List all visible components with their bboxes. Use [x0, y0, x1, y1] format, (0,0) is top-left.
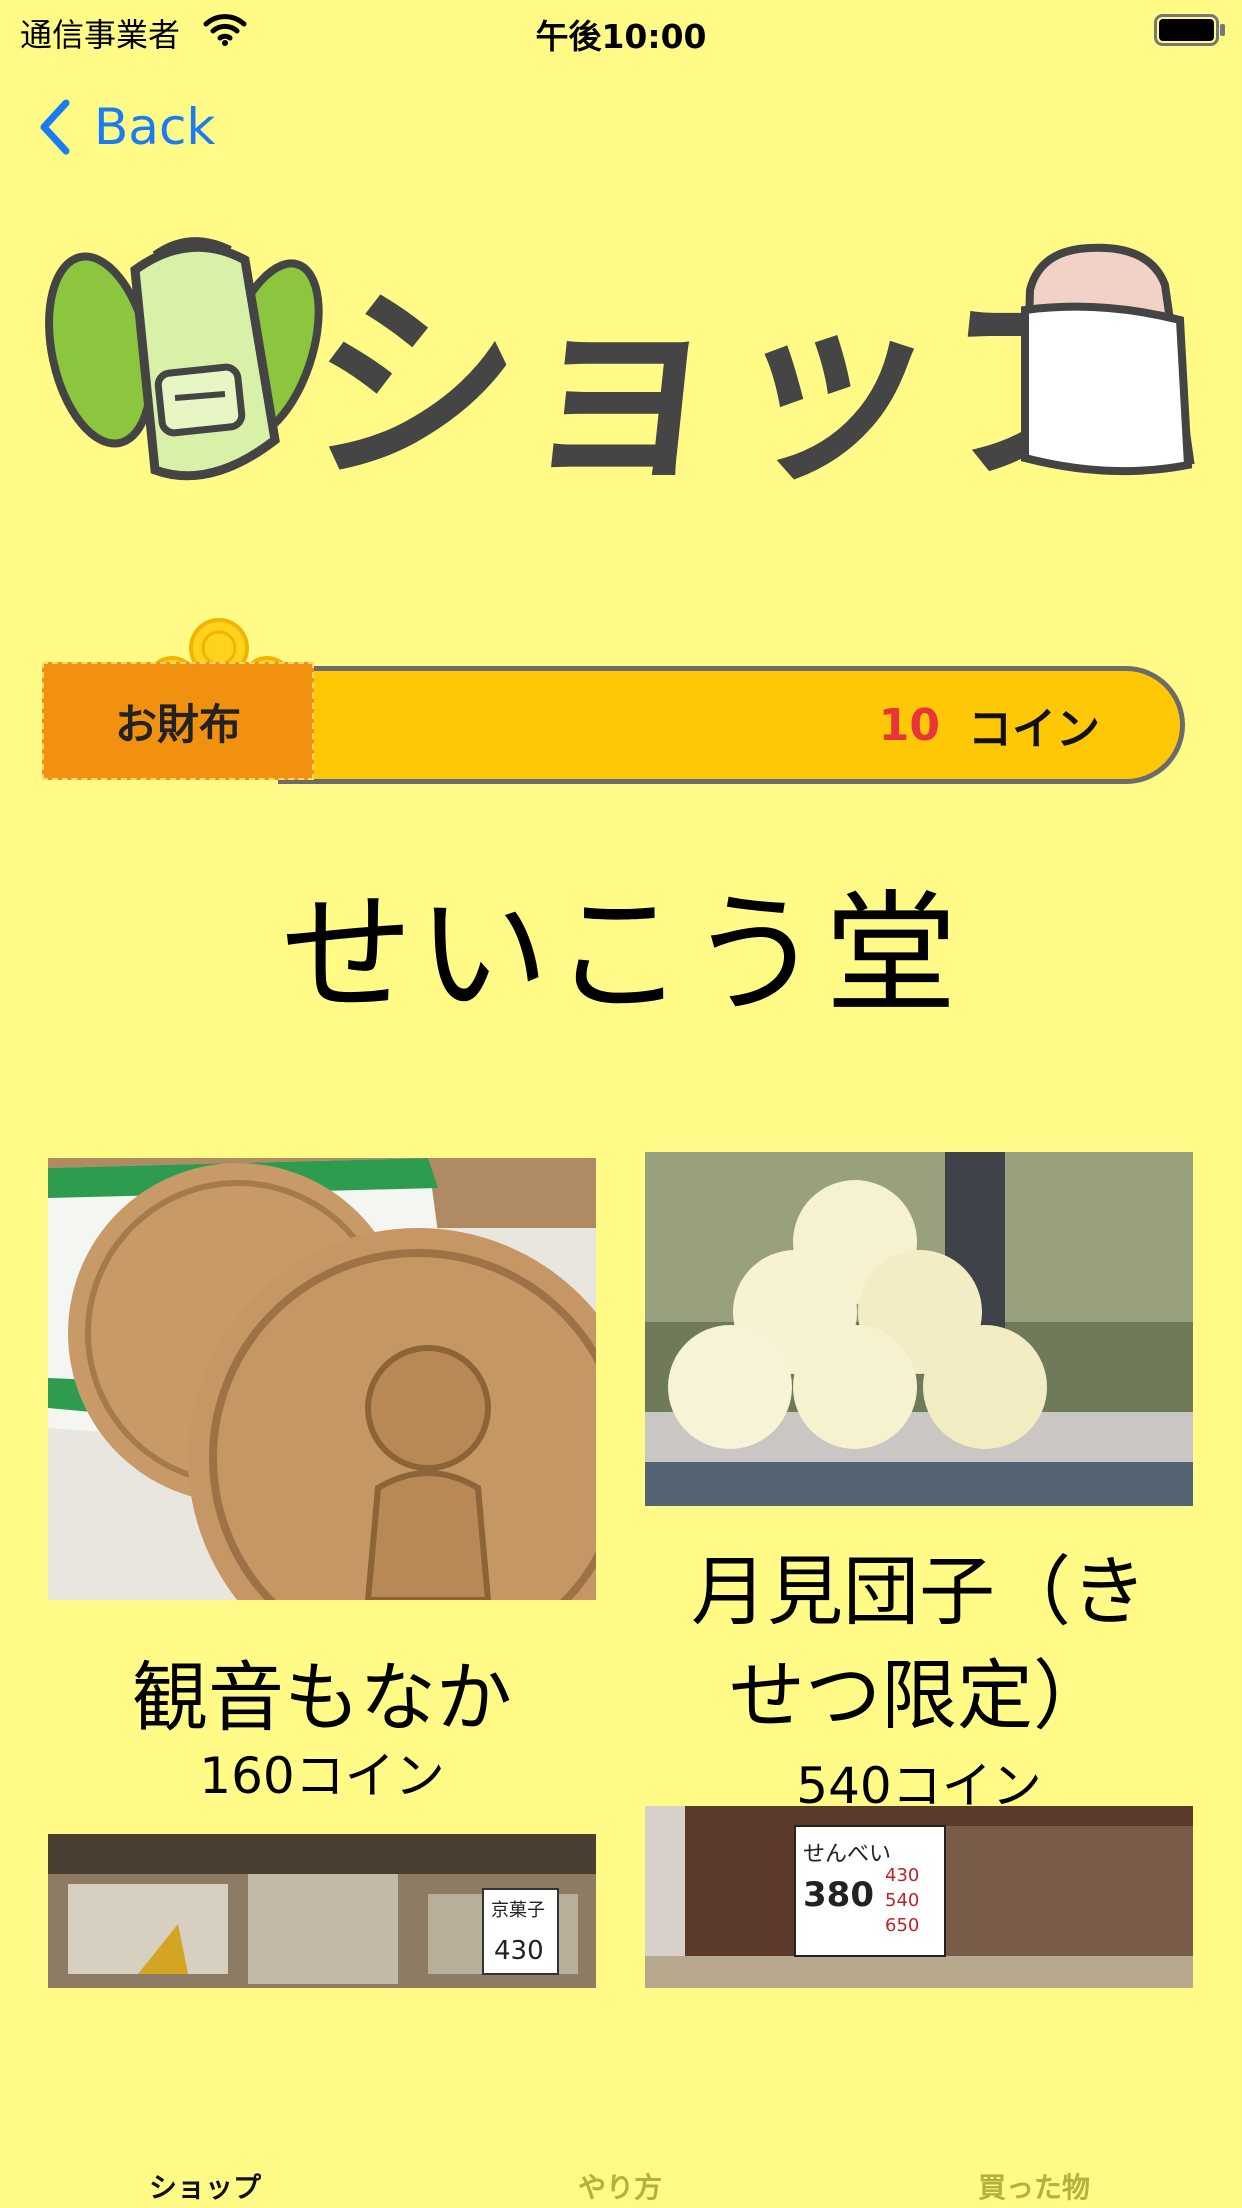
- coin-count: 10: [878, 699, 940, 751]
- back-label: Back: [94, 98, 216, 156]
- product-name-line-2: せつ限定）: [729, 1651, 1109, 1740]
- backpack-icon: [45, 237, 323, 481]
- status-time: 午後10:00: [535, 17, 707, 56]
- coin-unit: コイン: [968, 704, 1100, 755]
- svg-text:京菓子: 京菓子: [491, 1900, 545, 1921]
- product-photo-tsukimi-dango[interactable]: [645, 1152, 1193, 1506]
- svg-text:430: 430: [494, 1936, 544, 1966]
- tab-how-to[interactable]: やり方: [520, 2166, 720, 2206]
- product-name: 観音もなか: [132, 1653, 512, 1742]
- product-name: 月見団子（き せつ限定）: [645, 1540, 1193, 1748]
- product-name-line-1: 月見団子（き: [691, 1547, 1147, 1636]
- svg-text:せんべい: せんべい: [803, 1842, 891, 1867]
- svg-text:430: 430: [885, 1865, 919, 1886]
- back-button[interactable]: Back: [36, 92, 215, 162]
- product-price: 160コイン: [199, 1747, 445, 1805]
- battery-icon: [1154, 14, 1225, 46]
- svg-text:650: 650: [885, 1915, 919, 1936]
- shop-name: せいこう堂: [281, 878, 961, 1032]
- tab-shop[interactable]: ショップ: [105, 2166, 305, 2206]
- product-photo-kannon-monaka[interactable]: [48, 1158, 596, 1600]
- tab-purchased[interactable]: 買った物: [934, 2166, 1134, 2206]
- shop-header-art: ショップ: [45, 237, 1195, 510]
- product-photo-senbei-arare[interactable]: せんべい 380 430 540 650: [645, 1806, 1193, 1988]
- wallet-bar: 10 コイン: [278, 666, 1185, 784]
- wallet-label: お財布: [42, 662, 314, 780]
- wallet: 10 コイン お財布: [42, 612, 1197, 784]
- product-photo-kyogashi[interactable]: 京菓子 430: [48, 1834, 596, 1988]
- chevron-left-icon: [40, 99, 70, 155]
- tab-bar: ショップ やり方 買った物: [0, 2150, 1242, 2208]
- svg-text:540: 540: [885, 1890, 919, 1911]
- svg-text:380: 380: [803, 1875, 874, 1915]
- shopping-bag-icon: [1020, 243, 1195, 476]
- wallet-amount: 10 コイン: [879, 671, 1100, 779]
